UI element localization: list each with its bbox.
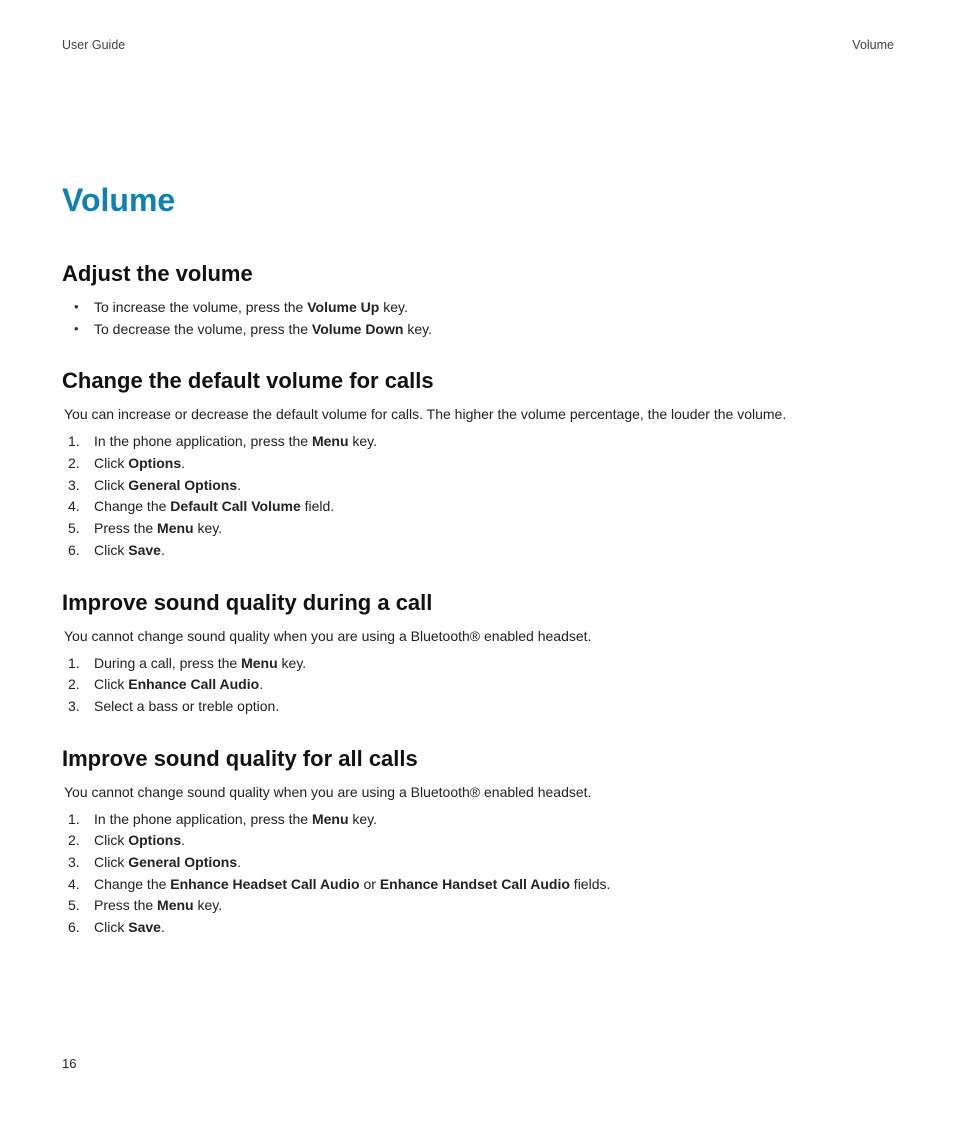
bold-term: Volume Down (312, 321, 404, 337)
section-heading: Improve sound quality during a call (62, 590, 894, 616)
bold-term: Enhance Headset Call Audio (170, 876, 359, 892)
bold-term: Volume Up (307, 299, 379, 315)
step-list: In the phone application, press the Menu… (62, 431, 894, 561)
bold-term: Menu (312, 811, 349, 827)
section-intro: You can increase or decrease the default… (64, 404, 894, 425)
bold-term: Menu (312, 433, 349, 449)
list-item: Change the Default Call Volume field. (94, 496, 894, 518)
bold-term: Enhance Call Audio (128, 676, 259, 692)
section-heading: Adjust the volume (62, 261, 894, 287)
bold-term: General Options (128, 477, 237, 493)
section-heading: Improve sound quality for all calls (62, 746, 894, 772)
step-list: During a call, press the Menu key.Click … (62, 653, 894, 718)
bold-term: Save (128, 542, 161, 558)
list-item: Click Save. (94, 917, 894, 939)
section-heading: Change the default volume for calls (62, 368, 894, 394)
bold-term: Enhance Handset Call Audio (380, 876, 570, 892)
bold-term: Menu (241, 655, 278, 671)
list-item: Click Enhance Call Audio. (94, 674, 894, 696)
list-item: Click Save. (94, 540, 894, 562)
header-right: Volume (852, 38, 894, 52)
list-item: Click Options. (94, 830, 894, 852)
list-item: In the phone application, press the Menu… (94, 809, 894, 831)
page-title: Volume (62, 182, 894, 219)
bold-term: Options (128, 832, 181, 848)
list-item: Click General Options. (94, 475, 894, 497)
list-item: Press the Menu key. (94, 895, 894, 917)
list-item: In the phone application, press the Menu… (94, 431, 894, 453)
bold-term: Options (128, 455, 181, 471)
section-intro: You cannot change sound quality when you… (64, 782, 894, 803)
bold-term: Save (128, 919, 161, 935)
list-item: Change the Enhance Headset Call Audio or… (94, 874, 894, 896)
header-left: User Guide (62, 38, 125, 52)
bold-term: Menu (157, 520, 194, 536)
bold-term: Default Call Volume (170, 498, 300, 514)
bold-term: General Options (128, 854, 237, 870)
content-body: Adjust the volume To increase the volume,… (62, 261, 894, 939)
section-intro: You cannot change sound quality when you… (64, 626, 894, 647)
page-header: User Guide Volume (62, 38, 894, 52)
list-item: To decrease the volume, press the Volume… (94, 319, 894, 341)
step-list: In the phone application, press the Menu… (62, 809, 894, 939)
list-item: To increase the volume, press the Volume… (94, 297, 894, 319)
bullet-list: To increase the volume, press the Volume… (62, 297, 894, 340)
list-item: Press the Menu key. (94, 518, 894, 540)
list-item: Click Options. (94, 453, 894, 475)
list-item: Click General Options. (94, 852, 894, 874)
page-number: 16 (62, 1056, 76, 1071)
list-item: During a call, press the Menu key. (94, 653, 894, 675)
list-item: Select a bass or treble option. (94, 696, 894, 718)
bold-term: Menu (157, 897, 194, 913)
